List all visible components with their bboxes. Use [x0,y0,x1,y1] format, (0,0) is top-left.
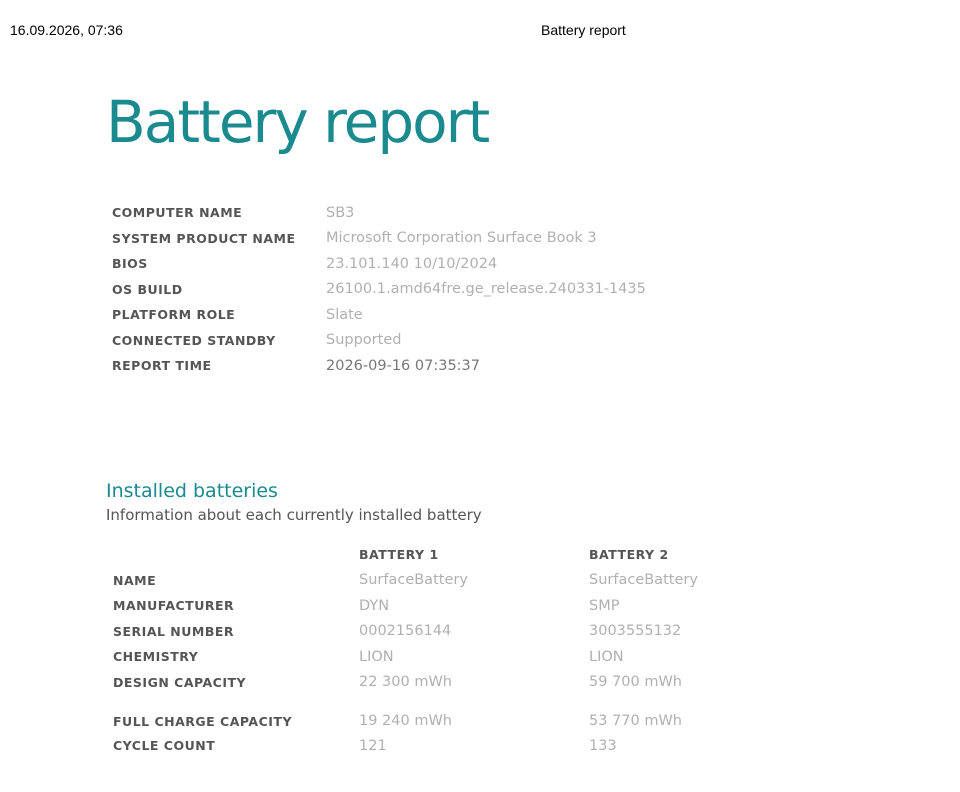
print-title: Battery report [541,22,626,38]
battery-2-value: LION [589,648,624,665]
battery-1-value: 22 300 mWh [359,674,452,691]
battery-2-value: 59 700 mWh [589,674,682,691]
page-title: Battery report [106,88,490,156]
installed-batteries-table: BATTERY 1 BATTERY 2 NAME SurfaceBattery … [113,542,789,759]
info-row-os-build: OS BUILD 26100.1.amd64fre.ge_release.240… [112,277,646,303]
info-value: Supported [326,332,402,349]
info-row-connected-standby: CONNECTED STANDBY Supported [112,328,646,354]
info-value: Microsoft Corporation Surface Book 3 [326,230,597,247]
battery-2-value: 53 770 mWh [589,713,682,729]
info-value: 23.101.140 10/10/2024 [326,255,498,272]
info-label: SYSTEM PRODUCT NAME [112,230,296,246]
section-subtitle: Information about each currently install… [106,506,482,524]
section-title-installed-batteries: Installed batteries [106,480,278,502]
battery-2-value: 3003555132 [589,623,682,640]
table-row: CHEMISTRY LION LION [113,644,789,670]
battery-1-value: LION [359,648,394,665]
table-row: CYCLE COUNT 121 133 [113,733,789,759]
battery-1-value: 0002156144 [359,623,452,640]
info-label: BIOS [112,256,148,272]
info-value: 26100.1.amd64fre.ge_release.240331-1435 [326,281,646,298]
info-label: COMPUTER NAME [112,205,243,221]
row-label: NAME [113,572,157,588]
info-value: SB3 [326,204,355,221]
row-label: CHEMISTRY [113,649,199,665]
row-label: SERIAL NUMBER [113,623,235,639]
print-date: 16.09.2026, 07:36 [10,22,123,38]
table-row: DESIGN CAPACITY 22 300 mWh 59 700 mWh [113,670,789,696]
battery-1-value: 121 [359,737,387,754]
info-row-computer-name: COMPUTER NAME SB3 [112,200,646,226]
info-row-bios: BIOS 23.101.140 10/10/2024 [112,251,646,277]
info-label: PLATFORM ROLE [112,307,236,323]
header-battery-1: BATTERY 1 [359,547,439,563]
print-header: 16.09.2026, 07:36 Battery report [10,22,950,42]
table-row: FULL CHARGE CAPACITY 19 240 mWh 53 770 m… [113,695,789,733]
row-label: DESIGN CAPACITY [113,674,247,690]
row-label: FULL CHARGE CAPACITY [113,714,292,729]
table-row: NAME SurfaceBattery SurfaceBattery [113,568,789,594]
info-row-report-time: REPORT TIME 2026-09-16 07:35:37 [112,353,646,379]
header-battery-2: BATTERY 2 [589,547,669,563]
info-label: CONNECTED STANDBY [112,332,276,348]
table-row: MANUFACTURER DYN SMP [113,593,789,619]
battery-2-value: SurfaceBattery [589,572,698,589]
info-row-platform-role: PLATFORM ROLE Slate [112,302,646,328]
info-value: 2026-09-16 07:35:37 [326,357,480,374]
info-row-system-product-name: SYSTEM PRODUCT NAME Microsoft Corporatio… [112,226,646,252]
system-info-table: COMPUTER NAME SB3 SYSTEM PRODUCT NAME Mi… [112,200,646,379]
row-label: CYCLE COUNT [113,738,216,754]
table-row: SERIAL NUMBER 0002156144 3003555132 [113,619,789,645]
battery-2-value: 133 [589,737,617,754]
info-label: REPORT TIME [112,358,212,374]
battery-1-value: 19 240 mWh [359,713,452,729]
battery-2-value: SMP [589,597,620,614]
battery-1-value: SurfaceBattery [359,572,468,589]
table-header-row: BATTERY 1 BATTERY 2 [113,542,789,568]
info-value: Slate [326,306,363,323]
row-label: MANUFACTURER [113,598,235,614]
battery-1-value: DYN [359,597,390,614]
header-empty [113,542,359,568]
info-label: OS BUILD [112,281,183,297]
